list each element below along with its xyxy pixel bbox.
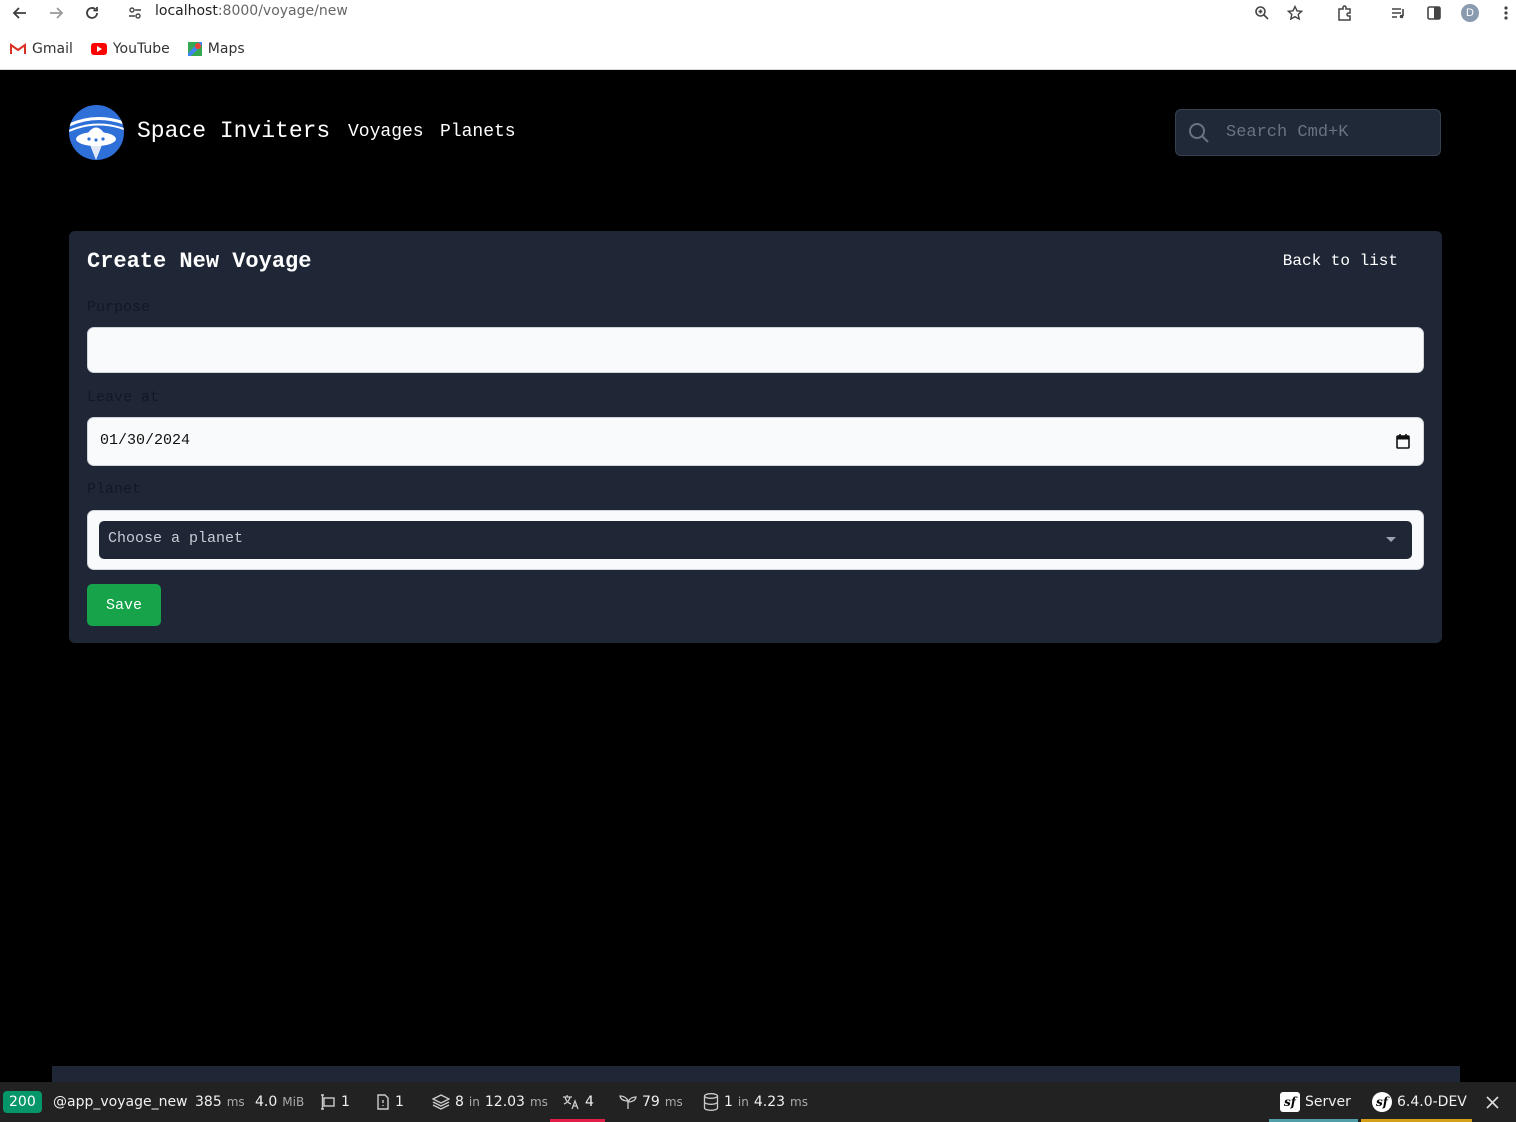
requests-item[interactable]: 1 <box>376 1082 404 1122</box>
ufo-logo-icon[interactable] <box>69 105 124 160</box>
route-name: @app_voyage_new <box>53 1094 188 1110</box>
forms-count: 1 <box>341 1094 350 1110</box>
cache-count: 8 <box>455 1094 464 1110</box>
cache-unit: ms <box>529 1095 548 1109</box>
translation-count: 4 <box>585 1094 594 1110</box>
db-count: 1 <box>724 1094 733 1110</box>
bookmark-label: YouTube <box>112 41 170 57</box>
back-to-list-link[interactable]: Back to list <box>1283 252 1398 270</box>
status-code: 200 <box>3 1091 42 1113</box>
leave-at-label: Leave at <box>87 389 160 406</box>
planet-select[interactable]: Choose a planet <box>99 521 1412 559</box>
close-toolbar-button[interactable] <box>1486 1082 1499 1122</box>
symfony-logo-icon: sf <box>1280 1092 1300 1112</box>
status-code-badge[interactable]: 200 <box>3 1082 42 1122</box>
bookmarks-bar: Gmail YouTube Maps <box>0 36 253 62</box>
symfony-round-logo-icon: sf <box>1372 1092 1392 1112</box>
database-icon <box>703 1093 719 1111</box>
server-label: Server <box>1305 1094 1351 1110</box>
side-panel-icon[interactable] <box>1423 2 1445 24</box>
nav-voyages[interactable]: Voyages <box>348 122 424 142</box>
site-info-icon[interactable] <box>124 2 146 24</box>
close-icon <box>1486 1095 1499 1109</box>
memory-value: 4.0 <box>255 1094 278 1110</box>
memory-item[interactable]: 4.0 MiB <box>255 1082 304 1122</box>
twig-unit: ms <box>664 1095 683 1109</box>
planet-select-placeholder: Choose a planet <box>108 530 244 547</box>
version-item[interactable]: sf 6.4.0-DEV <box>1361 1082 1472 1122</box>
twig-sprout-icon <box>619 1095 637 1109</box>
youtube-icon <box>90 43 107 55</box>
time-value: 385 <box>195 1094 222 1110</box>
calendar-icon[interactable] <box>1396 434 1410 449</box>
purpose-label: Purpose <box>87 299 151 316</box>
search-placeholder: Search Cmd+K <box>1226 123 1349 142</box>
maps-icon <box>187 42 202 56</box>
translate-icon <box>563 1095 579 1110</box>
db-time: 4.23 <box>753 1094 786 1110</box>
form-icon <box>321 1094 335 1110</box>
url-host: localhost <box>155 3 218 19</box>
profile-avatar[interactable]: D <box>1459 2 1481 24</box>
address-bar[interactable]: localhost:8000/voyage/new <box>155 3 348 19</box>
brand-name[interactable]: Space Inviters <box>137 118 330 144</box>
purpose-input[interactable] <box>87 327 1424 373</box>
bookmark-youtube[interactable]: YouTube <box>90 41 170 57</box>
document-icon <box>377 1094 389 1110</box>
db-unit: ms <box>790 1095 808 1109</box>
extensions-icon[interactable] <box>1334 2 1356 24</box>
forward-arrow-icon[interactable] <box>45 2 67 24</box>
twig-item[interactable]: 79 ms <box>619 1082 683 1122</box>
layers-icon <box>432 1094 450 1110</box>
url-path: :8000/voyage/new <box>217 3 348 19</box>
profile-initial: D <box>1461 4 1479 22</box>
translation-item[interactable]: 4 <box>550 1082 605 1122</box>
requests-count: 1 <box>395 1094 404 1110</box>
db-in: in <box>737 1095 749 1109</box>
cache-time: 12.03 <box>484 1094 525 1110</box>
twig-time: 79 <box>642 1094 660 1110</box>
voyage-form-card: Create New Voyage Back to list Purpose L… <box>69 231 1442 643</box>
planet-label: Planet <box>87 481 142 498</box>
bookmark-label: Maps <box>207 41 245 57</box>
nav-planets[interactable]: Planets <box>440 122 516 142</box>
forms-item[interactable]: 1 <box>318 1082 350 1122</box>
leave-at-value: 01/30/2024 <box>100 432 191 449</box>
leave-at-date-input[interactable]: 01/30/2024 <box>87 417 1424 466</box>
search-icon <box>1189 123 1209 143</box>
reading-list-icon[interactable] <box>1387 2 1409 24</box>
version-label: 6.4.0-DEV <box>1397 1094 1467 1110</box>
browser-chrome: localhost:8000/voyage/new D Gmail YouTub… <box>0 0 1516 70</box>
cache-in: in <box>468 1095 480 1109</box>
page-title: Create New Voyage <box>87 249 312 274</box>
route-item[interactable]: @app_voyage_new <box>53 1082 188 1122</box>
bookmark-maps[interactable]: Maps <box>187 41 245 57</box>
save-button[interactable]: Save <box>87 584 161 626</box>
chevron-down-icon <box>1386 537 1396 542</box>
reload-icon[interactable] <box>81 2 103 24</box>
symfony-debug-toolbar: 200 @app_voyage_new 385 ms 4.0 MiB 1 1 8 in… <box>0 1082 1516 1122</box>
time-unit: ms <box>226 1095 245 1109</box>
search-input[interactable]: Search Cmd+K <box>1175 109 1441 156</box>
time-item[interactable]: 385 ms <box>195 1082 245 1122</box>
browser-menu-icon[interactable] <box>1495 2 1516 24</box>
bookmark-label: Gmail <box>32 41 73 57</box>
bookmark-star-icon[interactable] <box>1284 2 1306 24</box>
planet-select-wrapper: Choose a planet <box>87 510 1424 570</box>
zoom-icon[interactable] <box>1251 2 1273 24</box>
cache-item[interactable]: 8 in 12.03 ms <box>432 1082 548 1122</box>
database-item[interactable]: 1 in 4.23 ms <box>703 1082 808 1122</box>
app-page: Space Inviters Voyages Planets Search Cm… <box>0 70 1514 1082</box>
footer-strip <box>52 1066 1460 1082</box>
memory-unit: MiB <box>282 1095 305 1109</box>
server-item[interactable]: sf Server <box>1269 1082 1358 1122</box>
back-arrow-icon[interactable] <box>9 2 31 24</box>
bookmark-gmail[interactable]: Gmail <box>10 41 73 57</box>
gmail-icon <box>10 43 26 54</box>
